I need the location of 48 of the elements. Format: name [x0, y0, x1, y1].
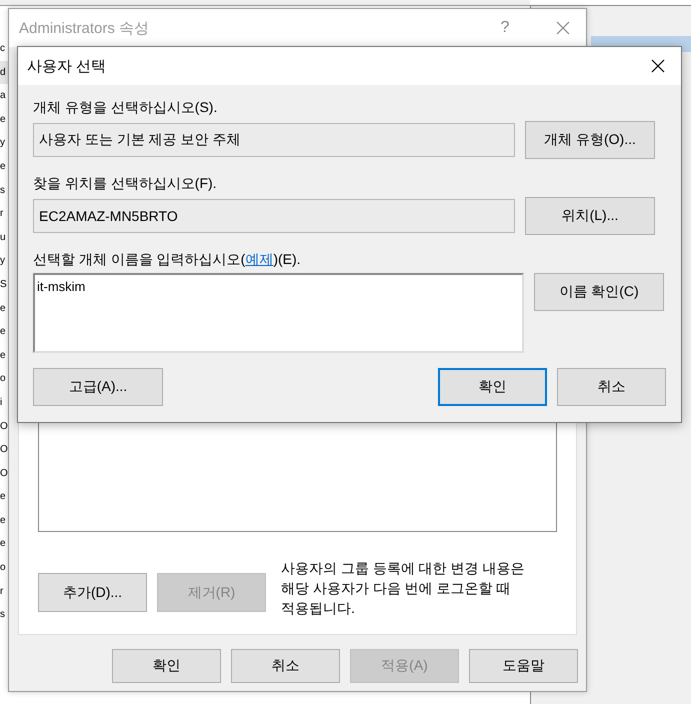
- field-label: 찾을 위치를 선택하십시오(F).: [33, 175, 218, 193]
- object-type-field: 사용자 또는 기본 제공 보안 주체: [33, 123, 515, 157]
- list-item[interactable]: c: [0, 37, 8, 61]
- list-item[interactable]: e: [0, 296, 8, 320]
- list-item[interactable]: d: [0, 60, 8, 84]
- list-item[interactable]: s: [0, 603, 8, 627]
- list-item[interactable]: e: [0, 344, 8, 368]
- help-button[interactable]: ?: [482, 9, 528, 47]
- check-names-button[interactable]: 이름 확인(C): [534, 273, 664, 311]
- dialog-button[interactable]: 도움말: [469, 649, 578, 683]
- list-item[interactable]: e: [0, 108, 8, 132]
- list-item[interactable]: O: [0, 462, 8, 486]
- examples-link[interactable]: 예제: [245, 251, 274, 267]
- dialog-button[interactable]: 취소: [231, 649, 340, 683]
- list-item[interactable]: s: [0, 178, 8, 202]
- close-icon: [651, 59, 665, 73]
- list-item[interactable]: e: [0, 320, 8, 344]
- list-item[interactable]: a: [0, 84, 8, 108]
- list-item[interactable]: r: [0, 580, 8, 604]
- location-field: EC2AMAZ-MN5BRTO: [33, 199, 515, 233]
- dialog-button[interactable]: 취소: [557, 368, 666, 406]
- list-item[interactable]: e: [0, 154, 8, 179]
- window-title: Administrators 속성: [19, 18, 150, 38]
- list-item[interactable]: e: [0, 508, 8, 532]
- object-types-button[interactable]: 개체 유형(O)...: [525, 121, 655, 159]
- note-text: 사용자의 그룹 등록에 대한 변경 내용은 해당 사용자가 다음 번에 로그온할 때 적용됩니다.: [281, 559, 526, 618]
- close-icon: [556, 21, 570, 35]
- add-button[interactable]: 추가(D)...: [38, 573, 147, 612]
- list-item[interactable]: r: [0, 202, 8, 226]
- field-label: 개체 유형을 선택하십시오(S).: [33, 99, 218, 117]
- list-item[interactable]: y: [0, 131, 8, 155]
- dialog-button[interactable]: 고급(A)...: [33, 368, 163, 406]
- list-item[interactable]: y: [0, 249, 8, 273]
- locations-button[interactable]: 위치(L)...: [525, 197, 655, 235]
- list-item[interactable]: S: [0, 272, 8, 297]
- field-label: 선택할 개체 이름을 입력하십시오(예제)(E).: [33, 251, 302, 269]
- list-item[interactable]: u: [0, 226, 8, 250]
- list-item[interactable]: e: [0, 485, 8, 509]
- list-item[interactable]: o: [0, 367, 8, 391]
- list-item[interactable]: O: [0, 414, 8, 438]
- list-item[interactable]: O: [0, 438, 8, 462]
- dialog-button[interactable]: 확인: [438, 368, 547, 406]
- list-item[interactable]: e: [0, 532, 8, 556]
- list-item[interactable]: i: [0, 390, 8, 414]
- list-item[interactable]: o: [0, 556, 8, 580]
- names-input[interactable]: it-mskim: [33, 273, 524, 353]
- dialog-button[interactable]: 확인: [112, 649, 221, 683]
- window-title: 사용자 선택: [27, 56, 108, 76]
